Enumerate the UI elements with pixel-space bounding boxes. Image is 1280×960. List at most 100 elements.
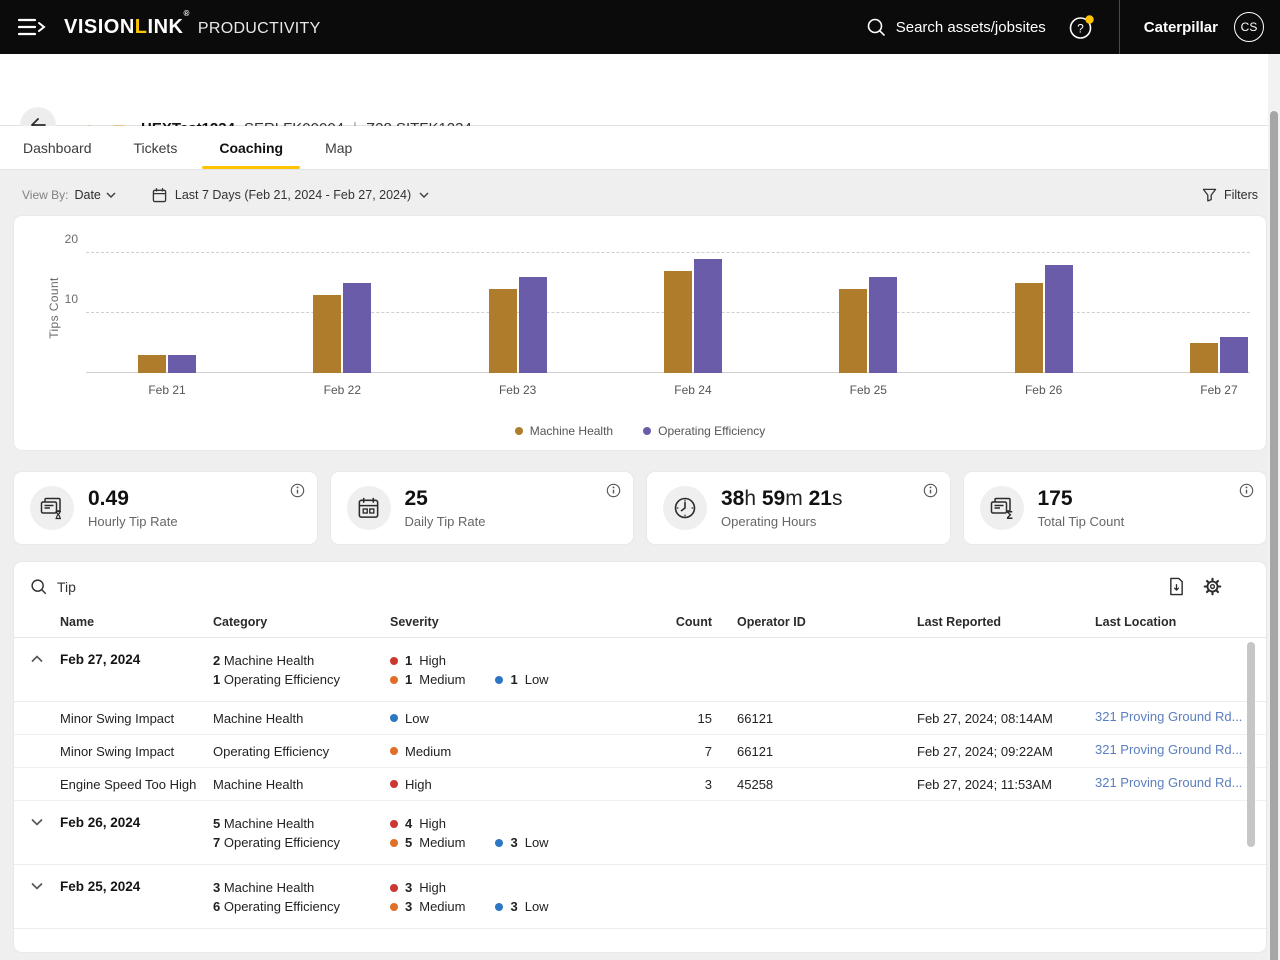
x-tick-label: Feb 25	[823, 383, 913, 397]
group-row-feb-25-2024[interactable]: Feb 25, 20243 Machine Health6 Operating …	[14, 865, 1266, 929]
view-by-label: View By:	[22, 188, 68, 202]
group-severity-summary: 3High3Medium3Low	[390, 878, 666, 916]
bar-machine-health-feb-27[interactable]	[1190, 343, 1218, 373]
severity-dot	[390, 820, 398, 828]
bar-machine-health-feb-23[interactable]	[489, 289, 517, 373]
info-icon[interactable]	[1239, 483, 1254, 498]
column-header-name[interactable]: Name	[60, 615, 213, 629]
account-name[interactable]: Caterpillar	[1144, 19, 1218, 36]
column-header-category[interactable]: Category	[213, 615, 390, 629]
group-row-feb-27-2024[interactable]: Feb 27, 20242 Machine Health1 Operating …	[14, 638, 1266, 702]
bar-group-feb-24	[664, 244, 722, 373]
bar-machine-health-feb-26[interactable]	[1015, 283, 1043, 373]
chevron-up-icon[interactable]	[14, 651, 60, 663]
bar-operating-efficiency-feb-24[interactable]	[694, 259, 722, 373]
global-search[interactable]: Search assets/jobsites	[866, 17, 1046, 37]
help-icon[interactable]: ?	[1068, 14, 1095, 41]
bar-operating-efficiency-feb-27[interactable]	[1220, 337, 1248, 373]
location-link[interactable]: 321 Proving Ground Rd...	[1095, 742, 1242, 757]
tip-row[interactable]: Engine Speed Too HighMachine HealthHigh3…	[14, 768, 1266, 801]
column-header-last-location[interactable]: Last Location	[1095, 615, 1266, 629]
tip-last-reported: Feb 27, 2024; 11:53AM	[917, 777, 1095, 792]
category-summary-operating-efficiency: 6 Operating Efficiency	[213, 897, 390, 916]
severity-dot	[390, 676, 398, 684]
app-window: VISIONLINK® PRODUCTIVITY Search assets/j…	[0, 0, 1280, 960]
date-range-select[interactable]: Last 7 Days (Feb 21, 2024 - Feb 27, 2024…	[152, 187, 429, 203]
severity-summary-low: 1Low	[495, 670, 548, 689]
chevron-down-icon[interactable]	[14, 878, 60, 890]
kpi-value: 38h 59m 21s	[721, 487, 842, 511]
tip-row[interactable]: Minor Swing ImpactMachine HealthLow15661…	[14, 702, 1266, 735]
chevron-down-icon	[106, 192, 116, 198]
tip-count: 15	[666, 711, 712, 726]
kpi-card-operating-hours: 38h 59m 21sOperating Hours	[647, 472, 950, 544]
severity-line-1: 4High	[390, 814, 666, 833]
avatar[interactable]: CS	[1234, 12, 1264, 42]
bar-operating-efficiency-feb-22[interactable]	[343, 283, 371, 373]
column-header-severity[interactable]: Severity	[390, 615, 666, 629]
column-header-operator-id[interactable]: Operator ID	[712, 615, 917, 629]
bar-group-feb-25	[839, 244, 897, 373]
tab-tickets[interactable]: Tickets	[113, 126, 199, 169]
tab-map[interactable]: Map	[304, 126, 373, 169]
severity-line-2: 3Medium3Low	[390, 897, 666, 916]
group-date: Feb 25, 2024	[60, 878, 213, 894]
tip-category: Machine Health	[213, 711, 390, 726]
kpi-value: 25	[405, 487, 486, 511]
column-header-last-reported[interactable]: Last Reported	[917, 615, 1095, 629]
top-navigation-bar: VISIONLINK® PRODUCTIVITY Search assets/j…	[0, 0, 1280, 54]
tip-last-reported: Feb 27, 2024; 08:14AM	[917, 711, 1095, 726]
kpi-value: 175	[1038, 487, 1125, 511]
info-icon[interactable]	[923, 483, 938, 498]
chevron-down-icon[interactable]	[14, 814, 60, 826]
hamburger-menu-icon[interactable]	[16, 14, 50, 40]
info-icon[interactable]	[290, 483, 305, 498]
severity-dot	[495, 839, 503, 847]
bar-operating-efficiency-feb-26[interactable]	[1045, 265, 1073, 373]
bar-machine-health-feb-21[interactable]	[138, 355, 166, 373]
chart-y-axis-label: Tips Count	[47, 277, 61, 339]
location-link[interactable]: 321 Proving Ground Rd...	[1095, 775, 1242, 790]
page-scrollbar-thumb[interactable]	[1270, 111, 1278, 960]
info-icon[interactable]	[606, 483, 621, 498]
kpi-text: 38h 59m 21sOperating Hours	[721, 487, 842, 529]
view-by-select[interactable]: Date	[74, 188, 115, 202]
legend-item-machine-health[interactable]: Machine Health	[515, 424, 613, 438]
table-scrollbar[interactable]	[1247, 642, 1255, 847]
bar-group-feb-23	[489, 244, 547, 373]
y-tick-label: 10	[46, 292, 78, 306]
daily-tip-rate-icon	[347, 486, 391, 530]
tab-dashboard[interactable]: Dashboard	[2, 126, 113, 169]
group-category-summary: 2 Machine Health1 Operating Efficiency	[213, 651, 390, 689]
table-search-input[interactable]	[57, 579, 357, 595]
bar-operating-efficiency-feb-23[interactable]	[519, 277, 547, 373]
severity-dot	[495, 903, 503, 911]
kpi-card-hourly-tip-rate: 0.49Hourly Tip Rate	[14, 472, 317, 544]
group-row-feb-26-2024[interactable]: Feb 26, 20245 Machine Health7 Operating …	[14, 801, 1266, 865]
bar-operating-efficiency-feb-21[interactable]	[168, 355, 196, 373]
kpi-label: Daily Tip Rate	[405, 514, 486, 529]
filters-button[interactable]: Filters	[1202, 188, 1258, 202]
table-search[interactable]	[30, 578, 1168, 595]
tip-row[interactable]: Minor Swing ImpactOperating EfficiencyMe…	[14, 735, 1266, 768]
legend-label: Operating Efficiency	[658, 424, 765, 438]
group-severity-summary: 4High5Medium3Low	[390, 814, 666, 852]
bar-machine-health-feb-25[interactable]	[839, 289, 867, 373]
kpi-text: 25 Daily Tip Rate	[405, 487, 486, 529]
operating-hours-icon	[663, 486, 707, 530]
legend-item-operating-efficiency[interactable]: Operating Efficiency	[643, 424, 765, 438]
bar-machine-health-feb-24[interactable]	[664, 271, 692, 373]
tip-operator-id: 45258	[712, 777, 917, 792]
severity-dot	[390, 903, 398, 911]
asset-header: HEXTest1234 SERLFK00004 | Z28 SITFK1234 …	[0, 54, 1280, 126]
bar-machine-health-feb-22[interactable]	[313, 295, 341, 373]
severity-line-2: 1Medium1Low	[390, 670, 666, 689]
gear-icon[interactable]	[1203, 577, 1222, 596]
total-tip-count-icon: Σ	[980, 486, 1024, 530]
bar-operating-efficiency-feb-25[interactable]	[869, 277, 897, 373]
tab-coaching[interactable]: Coaching	[198, 126, 304, 169]
column-header-count[interactable]: Count	[666, 615, 712, 629]
kpi-value: 0.49	[88, 487, 178, 511]
location-link[interactable]: 321 Proving Ground Rd...	[1095, 709, 1242, 724]
export-icon[interactable]	[1168, 577, 1185, 596]
